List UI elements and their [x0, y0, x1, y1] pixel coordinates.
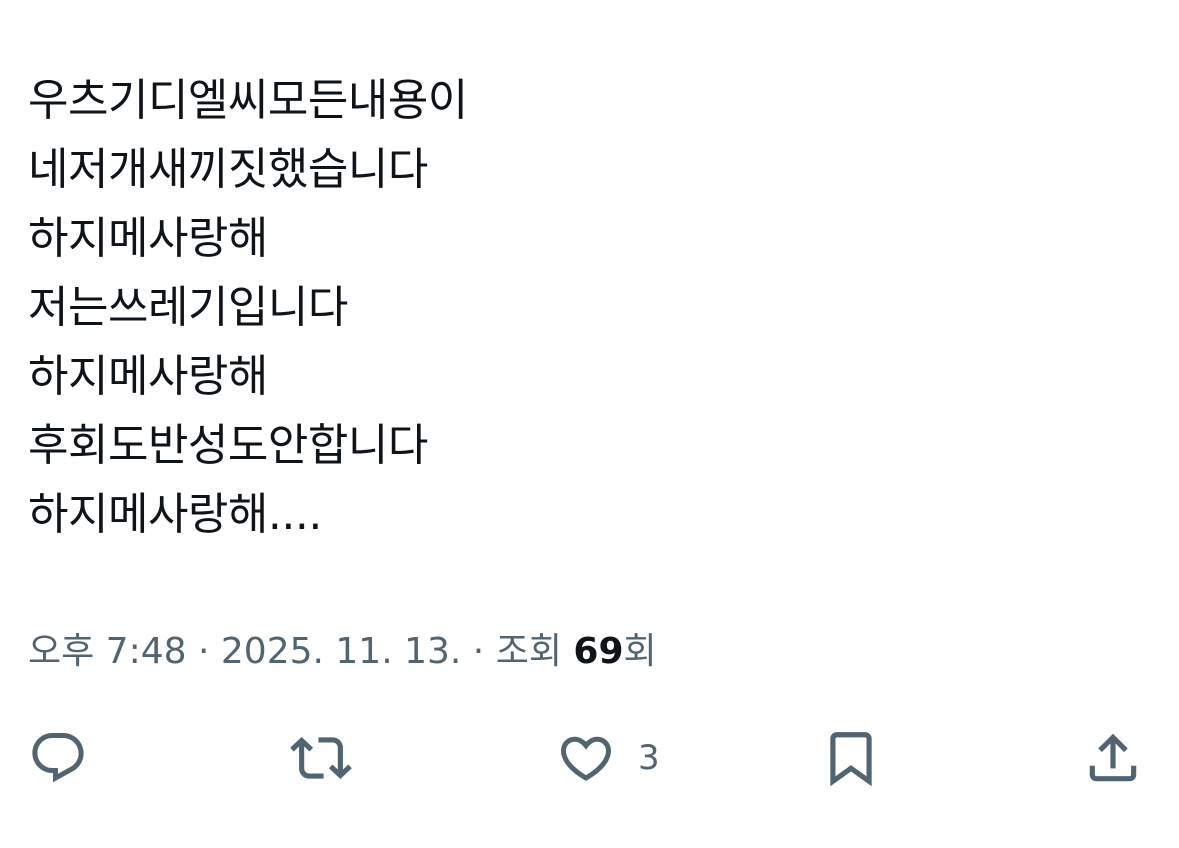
tweet-metadata: 오후 7:48 · 2025. 11. 13. · 조회 69회	[28, 628, 657, 676]
reply-icon	[32, 733, 84, 783]
tweet-line: 하지메사랑해	[28, 351, 268, 402]
tweet-line: 후회도반성도안합니다	[28, 420, 428, 471]
tweet-line: 저는쓰레기입니다	[28, 282, 348, 333]
repost-button[interactable]	[290, 726, 352, 790]
tweet-line: 하지메사랑해	[28, 213, 268, 264]
bookmark-button[interactable]	[820, 726, 882, 790]
bookmark-icon	[830, 732, 872, 787]
tweet-time[interactable]: 오후 7:48	[28, 631, 187, 672]
tweet-date[interactable]: 2025. 11. 13.	[221, 631, 461, 672]
repost-icon	[290, 737, 352, 779]
heart-icon	[560, 736, 612, 781]
tweet-line: 우츠기디엘씨모든내용이	[28, 75, 468, 126]
tweet-action-bar: 3	[0, 726, 1179, 790]
tweet-text: 우츠기디엘씨모든내용이 네저개새끼짓했습니다 하지메사랑해 저는쓰레기입니다 하…	[28, 66, 1148, 549]
views-suffix: 회	[623, 631, 657, 672]
views-count: 69	[573, 631, 624, 672]
meta-separator: ·	[472, 631, 485, 672]
reply-button[interactable]	[28, 726, 88, 790]
like-count: 3	[638, 738, 660, 778]
share-button[interactable]	[1082, 726, 1144, 790]
share-icon	[1089, 733, 1137, 782]
like-button[interactable]: 3	[556, 726, 660, 790]
tweet-line: 네저개새끼짓했습니다	[28, 144, 428, 195]
tweet-line: 하지메사랑해....	[28, 489, 322, 540]
meta-separator: ·	[197, 631, 210, 672]
views-label: 조회	[495, 631, 562, 672]
